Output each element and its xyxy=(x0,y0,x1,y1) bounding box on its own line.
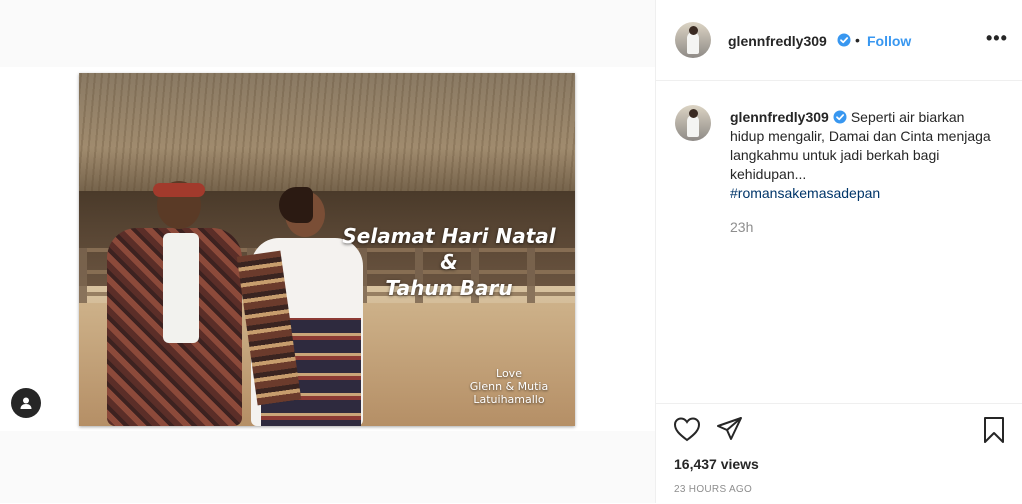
caption-username[interactable]: glennfredly309 xyxy=(730,109,829,125)
caption-hashtag[interactable]: #romansakemasadepan xyxy=(730,185,880,201)
more-options-icon[interactable]: ••• xyxy=(986,28,1008,49)
signature-line-1: Love xyxy=(496,367,522,380)
greeting-line-2: & xyxy=(440,250,458,274)
greeting-overlay: Selamat Hari Natal & Tahun Baru xyxy=(329,223,569,301)
caption-avatar[interactable] xyxy=(675,105,711,141)
greeting-line-1: Selamat Hari Natal xyxy=(342,224,556,248)
signature-line-3: Latuihamallo xyxy=(473,393,545,406)
greeting-line-3: Tahun Baru xyxy=(385,276,513,300)
woman-hair xyxy=(279,187,313,223)
tagged-users-button[interactable] xyxy=(11,388,41,418)
avatar[interactable] xyxy=(675,22,711,58)
verified-badge-icon xyxy=(833,110,847,124)
man-shirt xyxy=(163,233,199,343)
view-count[interactable]: 16,437 views xyxy=(674,456,759,472)
signature-line-2: Glenn & Mutia xyxy=(469,380,549,393)
action-bar: 16,437 views 23 HOURS AGO xyxy=(656,403,1022,504)
paper-plane-icon[interactable] xyxy=(716,416,744,442)
thatched-roof xyxy=(79,73,575,198)
user-icon xyxy=(20,397,32,409)
follow-button[interactable]: Follow xyxy=(867,33,911,49)
post-sidebar: glennfredly309 • Follow ••• glennfredly3… xyxy=(655,0,1022,503)
man-headband xyxy=(153,183,205,197)
caption-relative-time[interactable]: 23h xyxy=(730,219,753,235)
caption-section: glennfredly309 Seperti air biarkan hidup… xyxy=(656,80,1022,402)
verified-badge-icon xyxy=(837,33,851,47)
signature-overlay: Love Glenn & Mutia Latuihamallo xyxy=(459,367,559,406)
header-separator: • xyxy=(855,32,860,48)
post-header: glennfredly309 • Follow ••• xyxy=(656,0,1022,81)
caption-text: glennfredly309 Seperti air biarkan hidup… xyxy=(730,108,1000,203)
post-media: Selamat Hari Natal & Tahun Baru Love Gle… xyxy=(0,0,655,503)
bookmark-icon[interactable] xyxy=(982,416,1006,444)
header-username[interactable]: glennfredly309 xyxy=(728,33,827,49)
post-photo[interactable]: Selamat Hari Natal & Tahun Baru Love Gle… xyxy=(79,73,575,426)
heart-icon[interactable] xyxy=(673,416,701,442)
post-timestamp[interactable]: 23 HOURS AGO xyxy=(674,484,752,495)
